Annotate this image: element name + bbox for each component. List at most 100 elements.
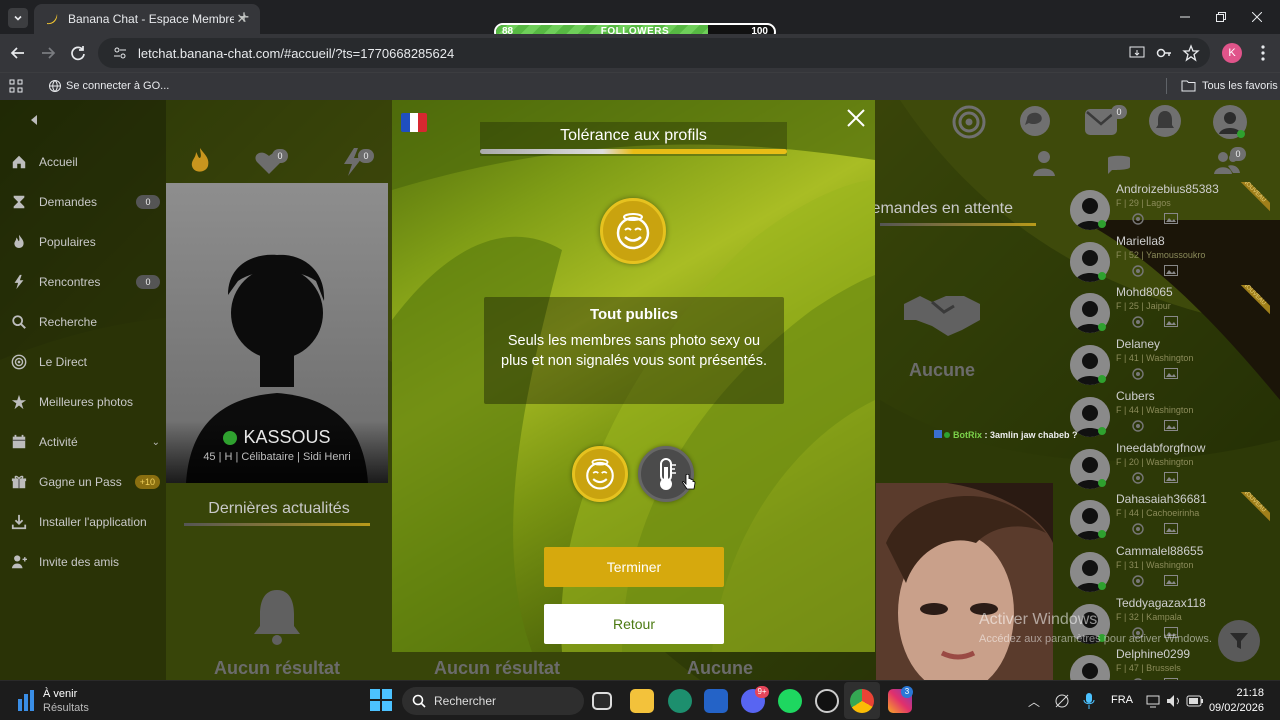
user-list-item[interactable]: Dahasaiah36681 F | 44 | Cachoeirinha NOUVE… [1070, 492, 1270, 541]
user-name: Mariella8 [1116, 233, 1165, 248]
user-info: F | 47 | Brussels [1116, 663, 1181, 674]
live-broadcast-icon[interactable] [952, 105, 986, 139]
sidebar-item-le-direct[interactable]: Le Direct [10, 350, 160, 374]
filter-button[interactable] [1218, 620, 1260, 662]
network-off-icon[interactable] [1054, 693, 1070, 709]
sidebar-item-rencontres[interactable]: Rencontres 0 [10, 270, 160, 294]
reload-button[interactable] [67, 42, 89, 64]
user-list-item[interactable]: Ineedabforgfnow F | 20 | Washington [1070, 441, 1270, 489]
user-list-item[interactable]: Cubers F | 44 | Washington [1070, 389, 1270, 437]
install-app-icon[interactable] [1128, 44, 1146, 62]
all-favorites-folder[interactable]: Tous les favoris [1181, 79, 1278, 92]
sidebar-item-label: Demandes [39, 195, 98, 209]
sidebar-item-activit[interactable]: Activité ⌄ [10, 430, 160, 454]
live-icon [1132, 264, 1144, 277]
app-icon[interactable] [815, 689, 839, 713]
forward-button[interactable] [37, 42, 59, 64]
online-dot [1098, 581, 1106, 590]
browser-tab[interactable]: Banana Chat - Espace Membres ✕ [34, 4, 260, 34]
featured-photo[interactable] [876, 483, 1053, 680]
collapse-sidebar-icon[interactable] [29, 114, 39, 126]
chat-message-user: BotRix [953, 430, 982, 440]
language-indicator[interactable]: FRA [1111, 694, 1133, 706]
chat-bubbles-icon[interactable] [1018, 106, 1052, 138]
chevron-down-icon [14, 15, 22, 21]
close-window-button[interactable] [1234, 0, 1280, 34]
task-view-icon[interactable] [592, 692, 612, 710]
hot-fire-icon[interactable] [186, 146, 214, 176]
profile-avatar[interactable]: K [1222, 43, 1242, 63]
menu-kebab-icon[interactable] [1255, 44, 1271, 62]
user-name: Dahasaiah36681 [1116, 492, 1207, 507]
file-explorer-icon[interactable] [630, 689, 654, 713]
sidebar-item-demandes[interactable]: Demandes 0 [10, 190, 160, 214]
microphone-icon[interactable] [1083, 693, 1095, 709]
sidebar-item-label: Recherche [39, 315, 98, 329]
user-list-item[interactable]: Cammalel88655 F | 31 | Washington [1070, 544, 1270, 592]
bookmark-star-icon[interactable] [1182, 44, 1200, 62]
user-list-item[interactable]: Delaney F | 41 | Washington [1070, 337, 1270, 386]
stocks-icon [18, 690, 34, 711]
site-info-icon [114, 47, 126, 59]
user-name: Mohd8065 [1116, 285, 1173, 300]
middle-empty-text-2: Aucune [686, 658, 753, 678]
sidebar-item-label: Meilleures photos [39, 395, 134, 409]
minimize-icon [1180, 16, 1190, 18]
user-info: F | 20 | Washington [1116, 456, 1194, 467]
tray-chevron-icon[interactable]: ︿ [1028, 693, 1040, 710]
tab-title: Banana Chat - Espace Membres [68, 12, 234, 26]
volume-icon[interactable] [1166, 694, 1182, 708]
photo-icon [1164, 419, 1178, 431]
new-tab-button[interactable]: + [234, 8, 254, 28]
display-icon[interactable] [1146, 694, 1160, 708]
user-info: F | 31 | Washington [1116, 559, 1194, 570]
store-icon[interactable] [704, 689, 728, 713]
photo-icon [1164, 213, 1178, 224]
clock-date[interactable]: 09/02/2026 [1196, 702, 1264, 714]
finish-button[interactable]: Terminer [544, 547, 724, 587]
new-ribbon-label: NOUVEAU [1236, 182, 1270, 215]
chrome-icon[interactable] [850, 689, 874, 713]
clock-time[interactable]: 21:18 [1216, 687, 1264, 699]
user-list-item[interactable]: Mariella8 F | 52 | Yamoussoukro [1070, 234, 1270, 282]
edge-icon[interactable] [668, 689, 692, 713]
live-icon [1132, 420, 1144, 432]
sidebar-item-invite-des-amis[interactable]: Invite des amis [10, 550, 160, 574]
bookmark-item[interactable]: Se connecter à GO... [48, 79, 169, 93]
level-option-all-public[interactable] [572, 446, 628, 502]
close-modal-button[interactable] [846, 108, 866, 128]
back-button[interactable] [7, 42, 29, 64]
france-flag-icon[interactable] [401, 113, 427, 132]
profile-card[interactable]: KASSOUS 45 | H | Célibataire | Sidi Henr… [166, 183, 388, 483]
tab-search-button[interactable] [8, 8, 28, 28]
new-ribbon: NOUVEAU [1236, 492, 1270, 526]
sidebar-item-populaires[interactable]: Populaires [10, 230, 160, 254]
spotify-icon[interactable] [778, 689, 802, 713]
bolt-icon [10, 273, 28, 291]
back-button-modal[interactable]: Retour [544, 604, 724, 644]
sidebar-item-accueil[interactable]: Accueil [10, 150, 160, 174]
new-ribbon-label: NOUVEAU [1236, 492, 1270, 525]
broadcast-icon [10, 353, 28, 371]
user-name: Androizebius85383 [1116, 182, 1219, 196]
arrow-right-icon [42, 47, 56, 59]
weather-widget[interactable] [16, 689, 36, 713]
apps-grid-icon[interactable] [9, 79, 23, 93]
user-name: Delaney [1116, 337, 1161, 352]
omnibox[interactable]: letchat.banana-chat.com/#accueil/?ts=177… [98, 38, 1210, 68]
sidebar-item-recherche[interactable]: Recherche [10, 310, 160, 334]
user-list-item[interactable]: Mohd8065 F | 25 | Jaipur NOUVEAU [1070, 285, 1270, 334]
sidebar-item-gagne-un-pass[interactable]: Gagne un Pass +10 [10, 470, 160, 494]
start-button[interactable] [370, 689, 392, 711]
taskbar-search[interactable]: Rechercher [402, 687, 584, 715]
sidebar-item-label: Gagne un Pass [39, 475, 122, 489]
photo-icon [1164, 471, 1178, 483]
chevron-down-icon[interactable]: ⌄ [152, 437, 160, 448]
sidebar-item-meilleures-photos[interactable]: Meilleures photos [10, 390, 160, 414]
weather-title: À venir [43, 688, 78, 700]
user-list-item[interactable]: Androizebius85383 F | 29 | Lagos NOUVEAU [1070, 182, 1270, 230]
angel-smiley-icon [586, 458, 614, 490]
search-icon [10, 313, 28, 331]
password-key-icon[interactable] [1155, 44, 1173, 62]
sidebar-item-installer-l-application[interactable]: Installer l'application [10, 510, 160, 534]
